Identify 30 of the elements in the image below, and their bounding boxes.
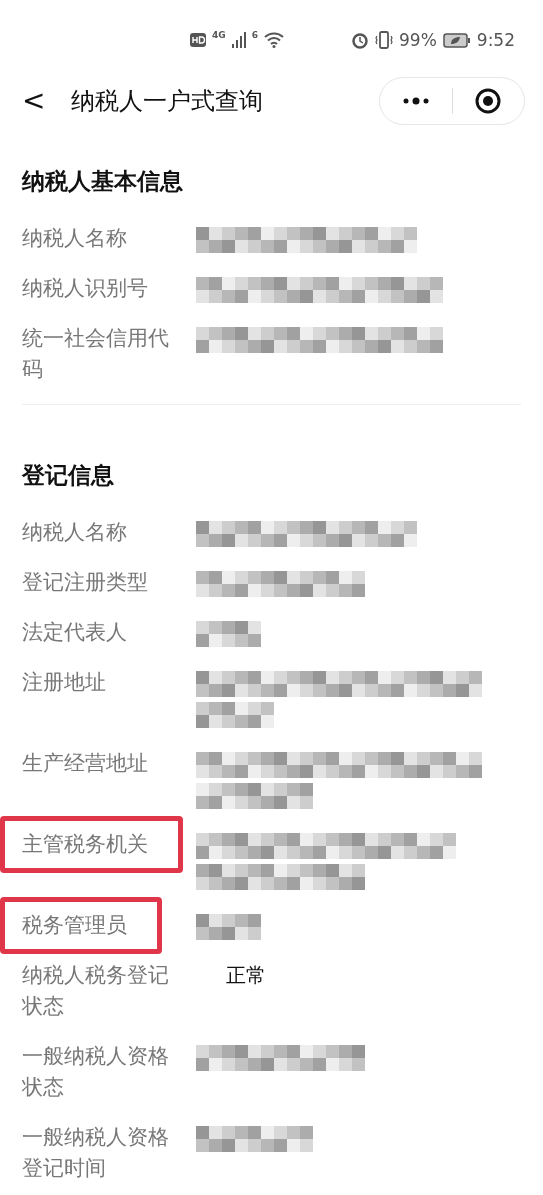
field-label: 纳税人税务登记状态 — [22, 962, 170, 1020]
wifi-icon — [263, 32, 284, 48]
field-label: 一般纳税人资格登记时间 — [22, 1124, 170, 1182]
section-title: 纳税人基本信息 — [22, 167, 184, 196]
section-title: 登记信息 — [22, 461, 115, 490]
battery-percent: 99% — [399, 30, 437, 50]
field-label: 纳税人名称 — [22, 519, 128, 546]
field-label: 纳税人识别号 — [22, 275, 149, 302]
field-label: 主管税务机关 — [22, 831, 148, 858]
field-label: 法定代表人 — [22, 619, 128, 646]
hd-icon — [190, 33, 206, 47]
page-title: 纳税人一户式查询 — [71, 86, 265, 117]
field-label: 税务管理员 — [22, 912, 127, 939]
field-label: 注册地址 — [22, 669, 107, 696]
signal-icon — [231, 32, 246, 48]
status-time: 9:52 — [476, 30, 515, 50]
back-button[interactable]: < — [22, 87, 46, 115]
vibrate-icon — [375, 31, 393, 49]
alarm-icon — [351, 31, 369, 49]
field-value: 正常 — [226, 962, 266, 989]
field-label: 统一社会信用代码 — [22, 325, 170, 383]
field-label: 登记注册类型 — [22, 569, 149, 596]
network-label: 4G — [212, 30, 226, 40]
target-icon — [475, 88, 502, 114]
field-label: 一般纳税人资格状态 — [22, 1043, 170, 1101]
more-icon — [401, 97, 430, 105]
field-label: 生产经营地址 — [22, 750, 149, 777]
field-label: 纳税人名称 — [22, 225, 128, 252]
wifi-label: 6 — [251, 30, 258, 40]
battery-icon — [442, 32, 471, 48]
